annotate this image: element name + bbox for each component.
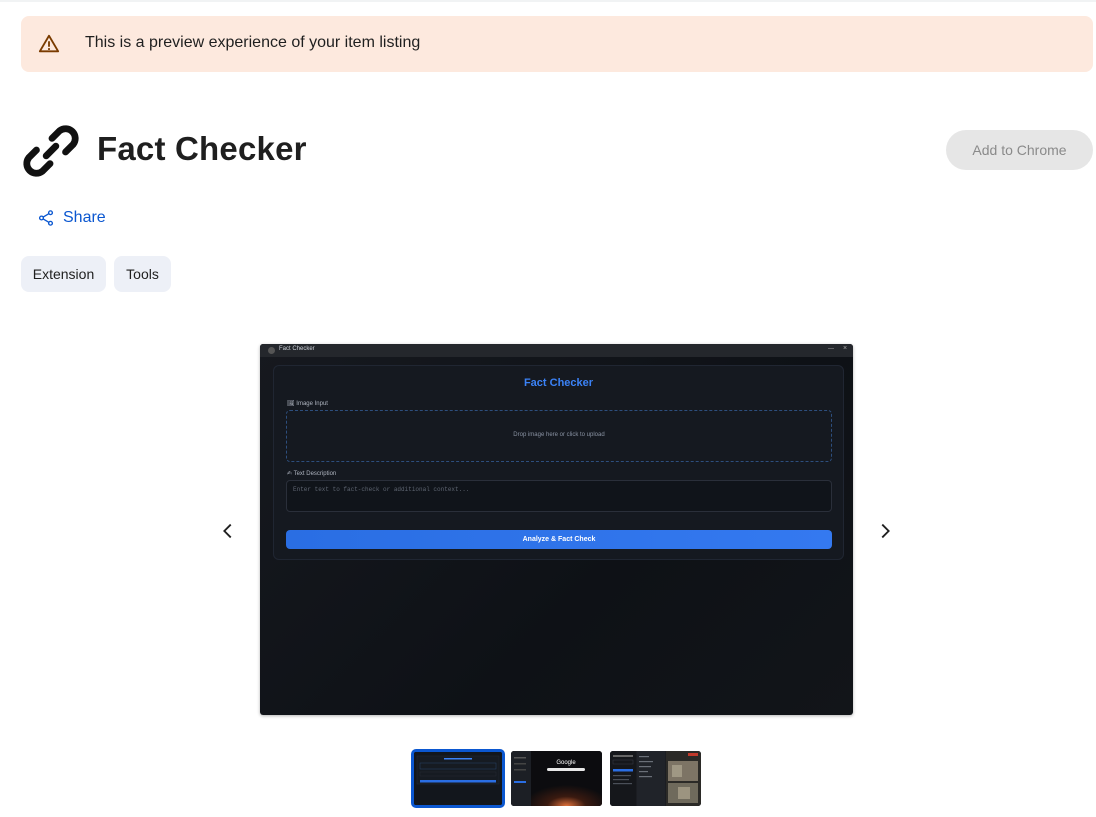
- chain-link-icon: [20, 120, 82, 182]
- preview-banner: This is a preview experience of your ite…: [21, 16, 1093, 72]
- text-placeholder: Enter text to fact-check or additional c…: [293, 486, 470, 493]
- text-description-label: ✍ Text Description: [287, 471, 337, 477]
- drop-text: Drop image here or click to upload: [513, 432, 605, 438]
- share-label: Share: [63, 209, 106, 226]
- analyze-button: Analyze & Fact Check: [286, 530, 832, 549]
- image-drop-zone: Drop image here or click to upload: [286, 410, 832, 462]
- share-link[interactable]: Share: [37, 209, 106, 227]
- text-description-field: Enter text to fact-check or additional c…: [286, 480, 832, 512]
- add-to-chrome-button[interactable]: Add to Chrome: [946, 130, 1093, 170]
- thumbnail-1[interactable]: [411, 749, 505, 808]
- thumb2-google-text: Google: [556, 760, 576, 766]
- close-icon: ×: [843, 345, 848, 352]
- minimize-icon: —: [828, 346, 834, 352]
- screenshot-window-title: Fact Checker: [279, 346, 315, 352]
- thumbnail-3[interactable]: [610, 751, 701, 806]
- chevron-right-icon[interactable]: [872, 518, 898, 544]
- screenshot-titlebar: Fact Checker — ×: [260, 344, 853, 357]
- main-screenshot: Fact Checker — × Fact Checker 🖼 Image In…: [260, 344, 853, 715]
- image-input-label: 🖼 Image Input: [287, 401, 328, 407]
- top-divider: [0, 0, 1096, 2]
- extension-title: Fact Checker: [97, 130, 307, 167]
- tag-extension[interactable]: Extension: [21, 256, 106, 292]
- banner-text: This is a preview experience of your ite…: [85, 34, 421, 51]
- share-icon: [38, 210, 54, 226]
- chevron-left-icon[interactable]: [215, 518, 241, 544]
- thumbnail-2[interactable]: Google: [511, 751, 602, 806]
- warning-icon: [38, 33, 60, 55]
- screenshot-panel: Fact Checker 🖼 Image Input Drop image he…: [273, 365, 844, 560]
- tag-tools[interactable]: Tools: [114, 256, 171, 292]
- app-icon: [268, 347, 275, 354]
- screenshot-app-title: Fact Checker: [523, 377, 594, 389]
